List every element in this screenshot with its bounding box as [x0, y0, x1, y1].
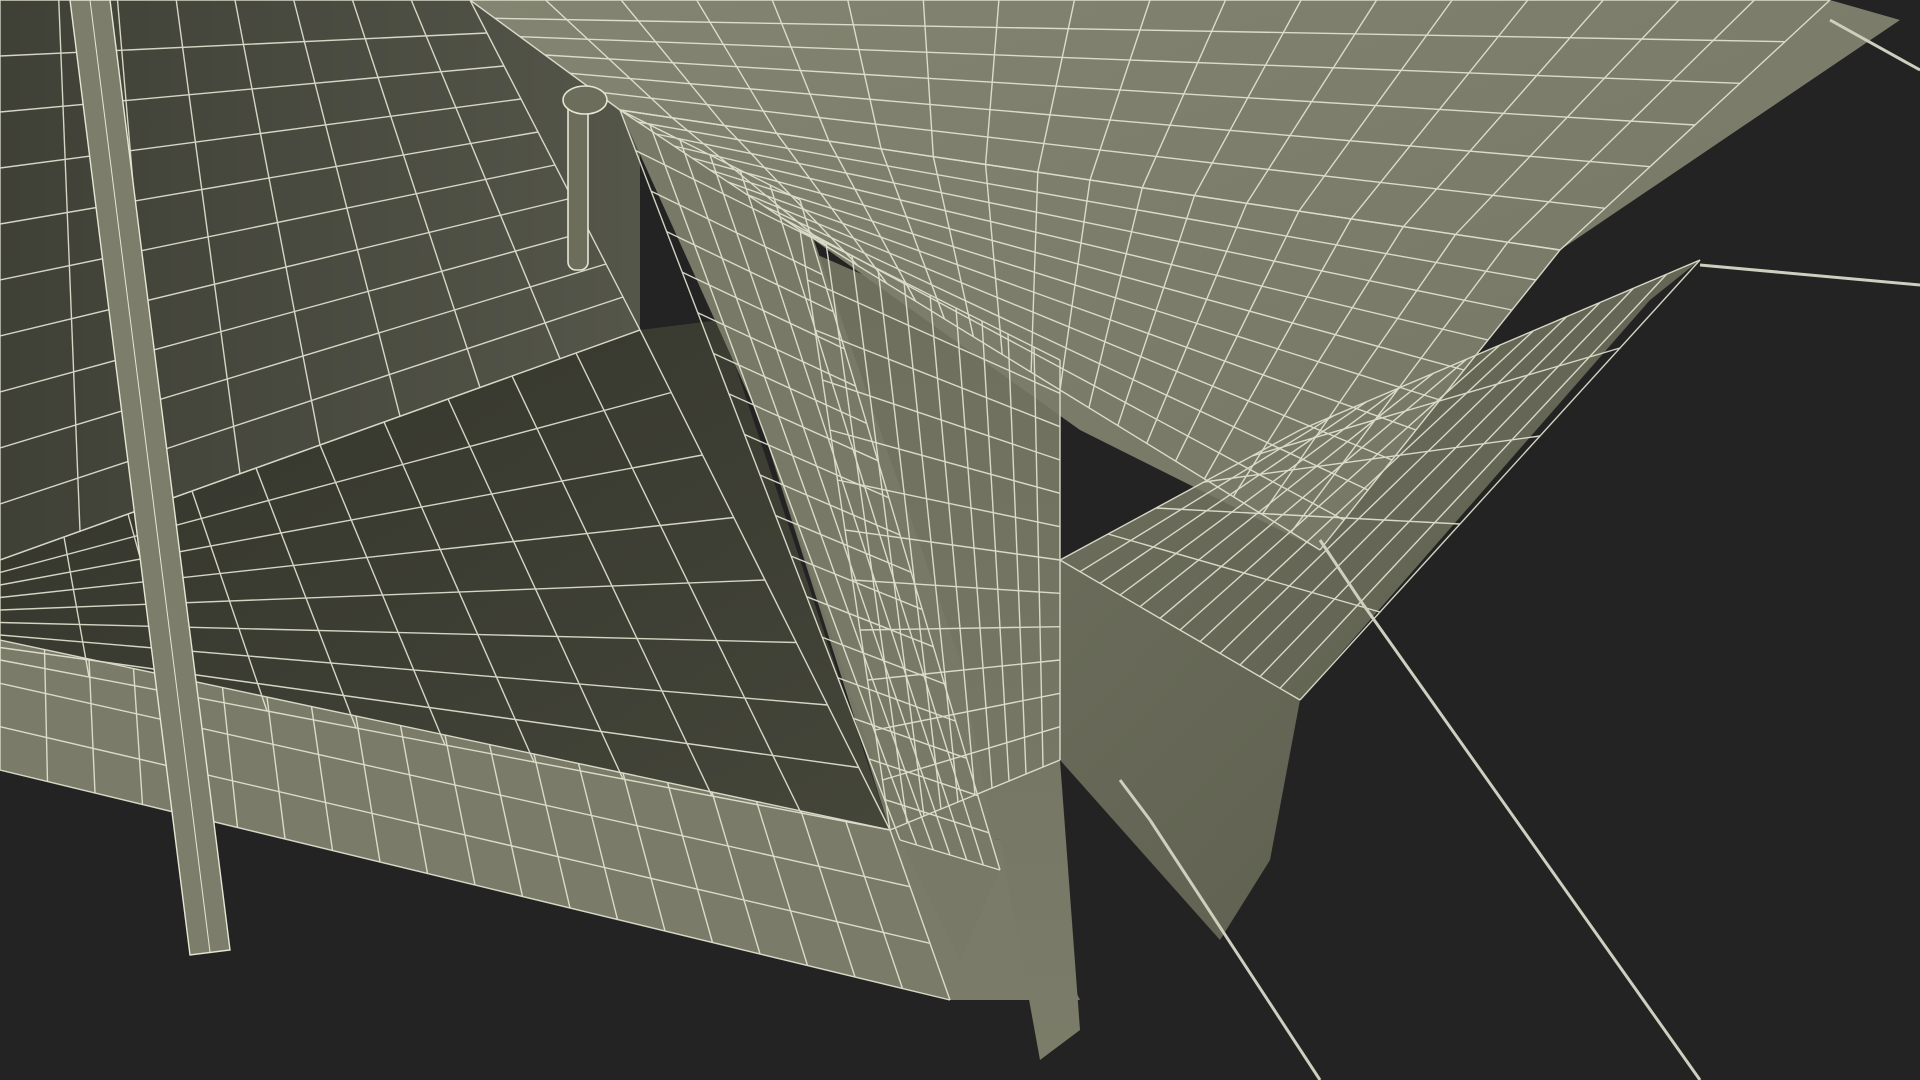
tent-wireframe-render: [0, 0, 1920, 1080]
render-viewport: [0, 0, 1920, 1080]
